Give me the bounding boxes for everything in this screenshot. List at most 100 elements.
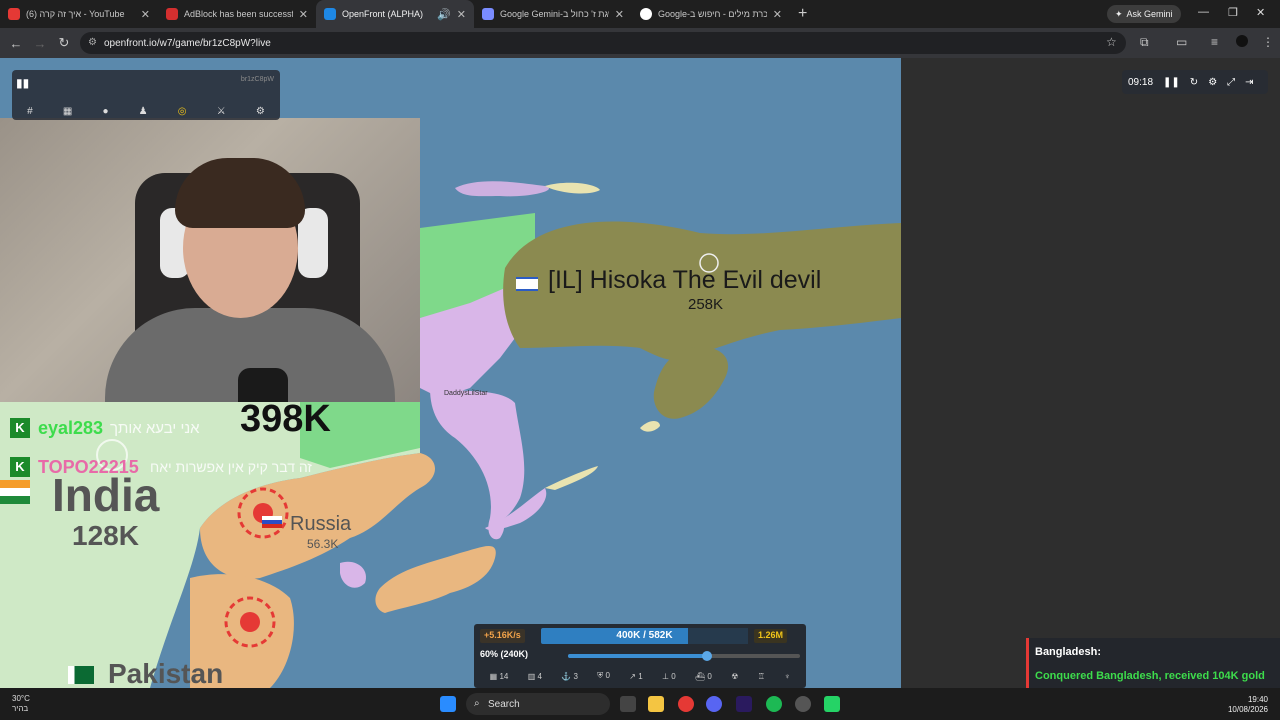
notification-title: Bangladesh:: [1035, 646, 1102, 658]
player-name-label: eyal283: [38, 418, 104, 438]
new-tab-button[interactable]: +: [798, 5, 807, 23]
url-text: openfront.io/w7/game/br1zC8pW?live: [104, 37, 271, 49]
close-icon[interactable]: ✕: [773, 8, 782, 21]
port-count[interactable]: ⚓ 3: [561, 672, 578, 681]
trophy-icon[interactable]: ♖: [758, 672, 765, 681]
event-notification: Bangladesh: Conquered Bangladesh, receiv…: [1026, 638, 1280, 688]
tab-label: Google Gemini-השגת ז' כחול ב: [500, 9, 609, 19]
team-icon[interactable]: ♟: [139, 106, 148, 117]
taskbar-search[interactable]: ⌕ Search: [466, 693, 610, 715]
minimize-icon[interactable]: —: [1198, 6, 1209, 18]
site-info-icon[interactable]: ⚙: [88, 37, 97, 48]
file-explorer-icon[interactable]: [648, 696, 664, 712]
close-icon[interactable]: ✕: [457, 8, 466, 21]
player-name-label: Russia: [290, 513, 352, 535]
fullscreen-icon[interactable]: ⤢: [1227, 77, 1235, 88]
warship-count[interactable]: ⛴ 0: [695, 672, 712, 681]
tab-search-icon[interactable]: ≡: [1211, 35, 1218, 49]
settings-icon[interactable]: ⚙: [256, 106, 265, 117]
player-name-label: India: [52, 469, 160, 521]
url-field[interactable]: ⚙ openfront.io/w7/game/br1zC8pW?live: [80, 32, 1126, 54]
steam-icon[interactable]: [795, 696, 811, 712]
attack-ratio-slider[interactable]: [568, 651, 800, 661]
rank-icon[interactable]: #: [27, 106, 33, 117]
windows-start-icon[interactable]: [440, 696, 456, 712]
menu-icon[interactable]: ⋮: [1262, 35, 1274, 49]
chrome-icon[interactable]: [678, 696, 694, 712]
pause-icon[interactable]: ❚❚: [1163, 77, 1180, 88]
attack-ratio: 60% (240K): [480, 649, 529, 659]
microphone-icon: [238, 368, 288, 402]
sparkle-icon: ✦: [1115, 8, 1123, 19]
close-icon[interactable]: ✕: [141, 8, 150, 21]
k-badge-icon: K: [10, 418, 30, 438]
google-icon: [640, 8, 652, 20]
city-count[interactable]: ▦ 14: [490, 672, 509, 681]
troop-rate: +5.16K/s: [480, 629, 525, 643]
leaderboard-panel: ▮▮ br1zC8pW # ▦ ● ♟ ◎ ⚔ ⚙: [12, 70, 280, 120]
weather-widget[interactable]: 30°C בהיר: [12, 694, 30, 714]
cast-icon[interactable]: ▭: [1176, 35, 1187, 49]
reload-icon[interactable]: ↻: [52, 35, 76, 51]
gold-icon[interactable]: ◎: [178, 106, 187, 117]
chat-message: אני יבעא אותך: [110, 420, 200, 437]
bookmark-star-icon[interactable]: ☆: [1106, 35, 1117, 49]
forward-icon[interactable]: →: [28, 36, 52, 51]
game-page: [IL] Hisoka The Evil devil 258K DaddysLi…: [0, 58, 1280, 688]
youtube-icon: [8, 8, 20, 20]
alliance-icon[interactable]: ♆: [784, 672, 790, 681]
tab-adblock[interactable]: AdBlock has been successfully ... ✕: [158, 0, 316, 28]
game-timer: 09:18: [1128, 76, 1154, 88]
close-icon[interactable]: ✕: [299, 8, 308, 21]
weather-text: בהיר: [12, 704, 29, 713]
player-name-label: Pakistan: [108, 658, 224, 688]
building-icon[interactable]: ▦: [63, 106, 72, 117]
spotify-icon[interactable]: [766, 696, 782, 712]
back-icon[interactable]: ←: [4, 36, 28, 51]
slider-handle[interactable]: [702, 651, 713, 661]
clock-date: 10/08/2026: [1227, 705, 1268, 714]
tab-openfront[interactable]: OpenFront (ALPHA) 🔊 ✕: [316, 0, 474, 28]
tab-label: (6) איך זה קרה - YouTube: [26, 9, 125, 19]
close-icon[interactable]: ✕: [615, 8, 624, 21]
discord-icon[interactable]: [706, 696, 722, 712]
russia-flag-icon: [262, 516, 282, 528]
task-view-icon[interactable]: [620, 696, 636, 712]
clock-time: 19:40: [1247, 695, 1268, 704]
ask-gemini-button[interactable]: ✦ Ask Gemini: [1107, 5, 1181, 23]
player-name-label: [IL] Hisoka The Evil devil: [548, 266, 822, 294]
tab-google[interactable]: Google-זיכרת מילים - חיפוש ב ✕: [632, 0, 790, 28]
leaderboard-tabs: # ▦ ● ♟ ◎ ⚔ ⚙: [12, 102, 280, 120]
gemini-icon: [482, 8, 494, 20]
player-icon[interactable]: ●: [102, 106, 108, 117]
profile-avatar[interactable]: [1236, 35, 1248, 47]
premiere-icon[interactable]: [736, 696, 752, 712]
troops-icon[interactable]: ⚔: [217, 106, 226, 117]
exit-icon[interactable]: ⇥: [1245, 77, 1253, 88]
tab-gemini[interactable]: Google Gemini-השגת ז' כחול ב ✕: [474, 0, 632, 28]
settings-icon[interactable]: ⚙: [1208, 77, 1217, 88]
missile-count[interactable]: ↗ 1: [629, 672, 642, 681]
restart-icon[interactable]: ↻: [1190, 77, 1198, 88]
right-panel: [901, 58, 1280, 688]
factory-count[interactable]: ▥ 4: [528, 672, 542, 681]
defense-count[interactable]: ⛨ 0: [597, 671, 610, 681]
maximize-icon[interactable]: ❐: [1228, 6, 1238, 19]
whatsapp-icon[interactable]: [824, 696, 840, 712]
sam-count[interactable]: ⊥ 0: [662, 672, 676, 681]
address-bar: ← → ↻ ⚙ openfront.io/w7/game/br1zC8pW?li…: [0, 28, 1280, 58]
speaker-icon[interactable]: 🔊: [437, 8, 451, 21]
tab-youtube[interactable]: (6) איך זה קרה - YouTube ✕: [0, 0, 158, 28]
chat-message: זה דבר קיק אין אפשרות יאח: [150, 459, 312, 475]
nuke-icon[interactable]: ☢: [731, 672, 738, 681]
close-window-icon[interactable]: ✕: [1256, 6, 1265, 19]
extensions-icon[interactable]: ⧉: [1140, 35, 1149, 50]
game-timer-panel: 09:18 ❚❚ ↻ ⚙ ⤢ ⇥: [1122, 70, 1268, 94]
big-troops-label: 398K: [240, 398, 331, 440]
system-clock[interactable]: 19:40 10/08/2026: [1228, 695, 1268, 715]
openfront-icon: [324, 8, 336, 20]
bar-chart-icon[interactable]: ▮▮: [16, 76, 32, 92]
game-map[interactable]: [IL] Hisoka The Evil devil 258K DaddysLi…: [0, 58, 901, 688]
india-flag-icon: [0, 480, 30, 504]
unit-counts: ▦ 14 ▥ 4 ⚓ 3 ⛨ 0 ↗ 1 ⊥ 0 ⛴ 0 ☢ ♖ ♆: [480, 668, 800, 684]
